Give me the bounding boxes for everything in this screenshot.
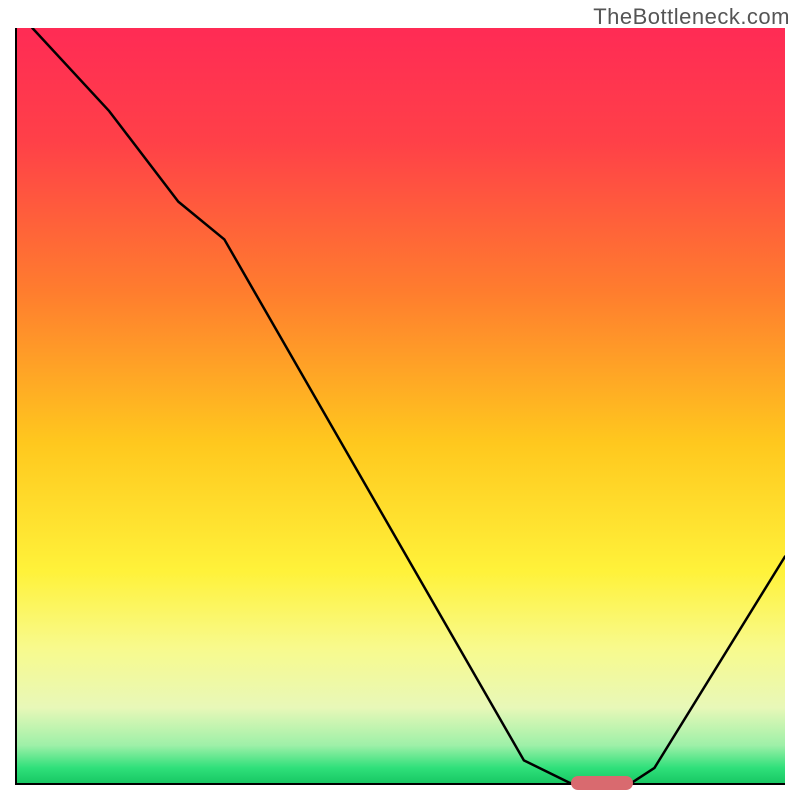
chart-svg [17, 28, 785, 783]
optimal-range-marker [571, 776, 633, 790]
watermark-text: TheBottleneck.com [593, 4, 790, 30]
chart-plot-area [15, 28, 785, 785]
